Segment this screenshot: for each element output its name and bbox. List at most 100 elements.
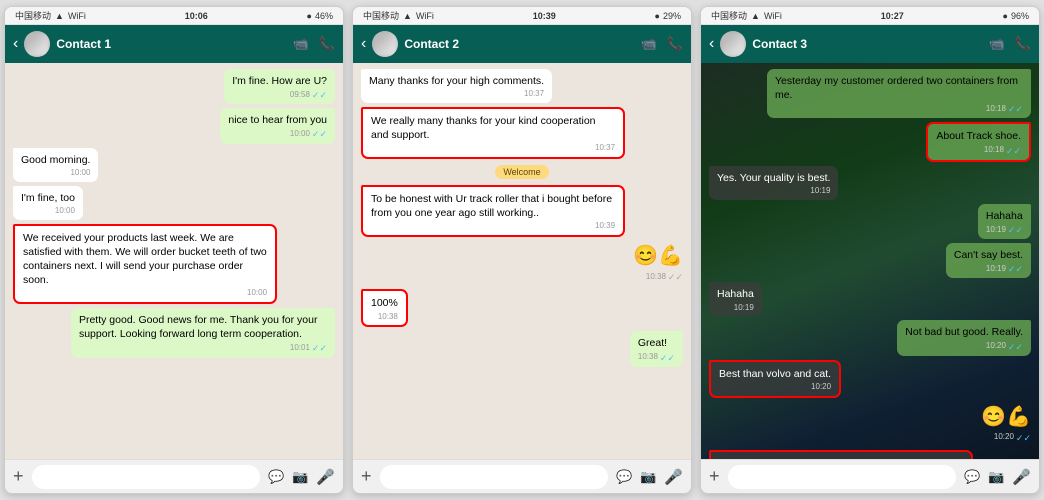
add-button[interactable]: + bbox=[13, 466, 24, 487]
bubble-meta: 10:38✓✓ bbox=[633, 271, 683, 283]
chat-bubble: Can't say best.10:19✓✓ bbox=[946, 243, 1031, 278]
back-button[interactable]: ‹ bbox=[361, 35, 366, 53]
message-ticks: ✓✓ bbox=[668, 271, 683, 283]
chat-bubble: Yesterday my customer ordered two contai… bbox=[767, 69, 1031, 118]
message-wrap: About Track shoe.10:18✓✓ bbox=[709, 122, 1031, 161]
message-input[interactable] bbox=[380, 465, 608, 489]
contact-name: Contact 1 bbox=[56, 37, 286, 51]
message-wrap: These days will have new orders to you! … bbox=[709, 450, 1031, 459]
avatar bbox=[372, 31, 398, 57]
bottom-bar: + 💬 📷 🎤 bbox=[353, 459, 691, 493]
bubble-meta: 10:19✓✓ bbox=[986, 224, 1023, 236]
phone2: 中国移动 ▲ WiFi 10:39 ● 29% ‹ Contact 2 📹 📞 … bbox=[352, 6, 692, 494]
chat-bubble: About Track shoe.10:18✓✓ bbox=[926, 122, 1031, 161]
status-right: ● 46% bbox=[307, 11, 333, 21]
bubble-meta: 10:38 bbox=[371, 312, 398, 323]
message-time: 10:20 bbox=[994, 432, 1014, 443]
message-ticks: ✓✓ bbox=[660, 352, 675, 364]
battery-text: 29% bbox=[663, 11, 681, 21]
message-wrap: Pretty good. Good news for me. Thank you… bbox=[13, 308, 335, 357]
status-right: ● 96% bbox=[1003, 11, 1029, 21]
carrier-text: 中国移动 bbox=[363, 9, 399, 22]
bubble-meta: 10:39 bbox=[371, 221, 615, 232]
chat-bubble: I'm fine, too10:00 bbox=[13, 186, 83, 220]
message-wrap: Can't say best.10:19✓✓ bbox=[709, 243, 1031, 278]
camera-icon[interactable]: 📷 bbox=[988, 469, 1004, 485]
voice-call-icon[interactable]: 📞 bbox=[319, 36, 335, 52]
signal-icon: ● bbox=[307, 11, 312, 21]
bubble-text: Many thanks for your high comments. bbox=[369, 75, 544, 87]
bubble-text: Great! bbox=[638, 337, 667, 349]
signal-icon: ● bbox=[655, 11, 660, 21]
chat-icon[interactable]: 💬 bbox=[964, 469, 980, 485]
message-wrap: 100%10:38 bbox=[361, 289, 683, 327]
message-wrap: We received your products last week. We … bbox=[13, 224, 335, 304]
chat-icon[interactable]: 💬 bbox=[268, 469, 284, 485]
chat-area: I'm fine. How are U?09:58✓✓ nice to hear … bbox=[5, 63, 343, 459]
message-wrap: Not bad but good. Really.10:20✓✓ bbox=[709, 320, 1031, 355]
message-wrap: nice to hear from you10:00✓✓ bbox=[13, 108, 335, 143]
mic-icon[interactable]: 🎤 bbox=[1012, 468, 1031, 486]
video-call-icon[interactable]: 📹 bbox=[293, 36, 309, 52]
message-wrap: I'm fine. How are U?09:58✓✓ bbox=[13, 69, 335, 104]
chat-area: Yesterday my customer ordered two contai… bbox=[701, 63, 1039, 459]
bubble-text: Yesterday my customer ordered two contai… bbox=[775, 75, 1018, 101]
mic-icon[interactable]: 🎤 bbox=[316, 468, 335, 486]
voice-call-icon[interactable]: 📞 bbox=[1015, 36, 1031, 52]
status-bar: 中国移动 ▲ WiFi 10:39 ● 29% bbox=[353, 7, 691, 25]
status-time: 10:06 bbox=[185, 11, 208, 21]
bubble-text: Can't say best. bbox=[954, 249, 1023, 261]
message-input[interactable] bbox=[32, 465, 260, 489]
wifi-label: WiFi bbox=[68, 11, 86, 21]
voice-call-icon[interactable]: 📞 bbox=[667, 36, 683, 52]
message-time: 10:19 bbox=[986, 225, 1006, 236]
message-ticks: ✓✓ bbox=[312, 89, 327, 101]
message-time: 10:37 bbox=[524, 89, 544, 100]
back-button[interactable]: ‹ bbox=[13, 35, 18, 53]
wifi-icon: ▲ bbox=[55, 11, 64, 21]
message-ticks: ✓✓ bbox=[1008, 341, 1023, 353]
chat-bubble: 😊💪 10:38✓✓ bbox=[633, 241, 683, 285]
bottom-bar: + 💬 📷 🎤 bbox=[5, 459, 343, 493]
bubble-meta: 10:19 bbox=[717, 303, 754, 314]
message-wrap: I'm fine, too10:00 bbox=[13, 186, 335, 220]
battery-text: 96% bbox=[1011, 11, 1029, 21]
avatar bbox=[720, 31, 746, 57]
chat-icon[interactable]: 💬 bbox=[616, 469, 632, 485]
video-call-icon[interactable]: 📹 bbox=[989, 36, 1005, 52]
bubble-text: Hahaha bbox=[986, 210, 1023, 222]
contact-name: Contact 3 bbox=[752, 37, 982, 51]
status-bar: 中国移动 ▲ WiFi 10:27 ● 96% bbox=[701, 7, 1039, 25]
chat-bubble: Best than volvo and cat.10:20 bbox=[709, 360, 841, 398]
add-button[interactable]: + bbox=[361, 466, 372, 487]
back-button[interactable]: ‹ bbox=[709, 35, 714, 53]
camera-icon[interactable]: 📷 bbox=[640, 469, 656, 485]
carrier-text: 中国移动 bbox=[15, 9, 51, 22]
chat-bubble: Hahaha 10:19✓✓ bbox=[978, 204, 1031, 239]
add-button[interactable]: + bbox=[709, 466, 720, 487]
message-wrap: To be honest with Ur track roller that i… bbox=[361, 185, 683, 237]
camera-icon[interactable]: 📷 bbox=[292, 469, 308, 485]
carrier-text: 中国移动 bbox=[711, 9, 747, 22]
message-wrap: Many thanks for your high comments. 10:37 bbox=[361, 69, 683, 103]
chat-bubble: Pretty good. Good news for me. Thank you… bbox=[71, 308, 335, 357]
system-message: Welcome bbox=[495, 165, 548, 179]
bubble-text: We really many thanks for your kind coop… bbox=[371, 115, 596, 141]
chat-bubble: 😊💪10:20✓✓ bbox=[981, 402, 1031, 446]
bubble-text: 😊💪 bbox=[633, 245, 683, 267]
chat-bubble: Not bad but good. Really.10:20✓✓ bbox=[897, 320, 1031, 355]
message-input[interactable] bbox=[728, 465, 956, 489]
chat-bubble: These days will have new orders to you! … bbox=[709, 450, 973, 459]
video-call-icon[interactable]: 📹 bbox=[641, 36, 657, 52]
message-time: 10:20 bbox=[811, 382, 831, 393]
message-time: 10:38 bbox=[646, 272, 666, 283]
mic-icon[interactable]: 🎤 bbox=[664, 468, 683, 486]
bubble-text: We received your products last week. We … bbox=[23, 232, 267, 287]
message-time: 10:00 bbox=[290, 129, 310, 140]
bubble-text: About Track shoe. bbox=[936, 130, 1021, 142]
bottom-icons: 💬 📷 🎤 bbox=[268, 468, 335, 486]
message-wrap: We really many thanks for your kind coop… bbox=[361, 107, 683, 159]
message-ticks: ✓✓ bbox=[1008, 103, 1023, 115]
chat-bubble: Hahaha10:19 bbox=[709, 282, 762, 316]
chat-bubble: I'm fine. How are U?09:58✓✓ bbox=[224, 69, 335, 104]
